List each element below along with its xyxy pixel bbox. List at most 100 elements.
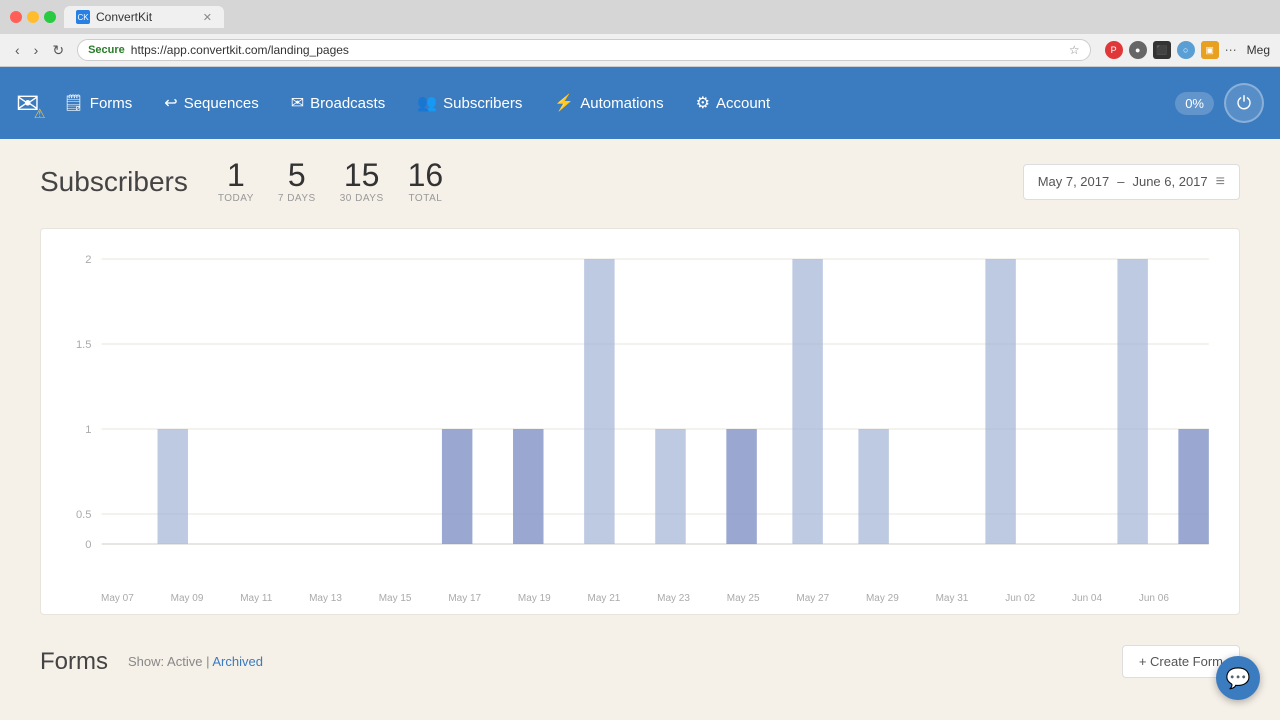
stat-total-label: TOTAL — [408, 193, 444, 204]
main-content: Subscribers 1 TODAY 5 7 DAYS 15 30 DAYS … — [0, 139, 1280, 698]
x-label-may23: May 23 — [657, 593, 690, 604]
stat-today-label: TODAY — [218, 193, 254, 204]
chart-container: 2 1.5 1 0.5 0 — [40, 228, 1240, 615]
address-url: https://app.convertkit.com/landing_pages — [131, 43, 349, 57]
stat-total: 16 TOTAL — [408, 159, 444, 204]
logo-alert-icon: ⚠ — [34, 106, 46, 122]
x-label-may17: May 17 — [448, 593, 481, 604]
svg-text:0.5: 0.5 — [76, 509, 92, 521]
x-label-jun06: Jun 06 — [1139, 593, 1169, 604]
ext-icon-4: ○ — [1177, 41, 1195, 59]
sequences-icon: ↩ — [164, 93, 177, 113]
date-filter[interactable]: May 7, 2017 – June 6, 2017 ≡ — [1023, 164, 1240, 200]
date-end: June 6, 2017 — [1132, 174, 1207, 189]
bookmark-icon[interactable]: ☆ — [1069, 43, 1080, 57]
nav-automations-label: Automations — [580, 95, 663, 112]
close-button[interactable] — [10, 11, 22, 23]
app-nav: ✉ ⚠ 🗒 Forms ↩ Sequences ✉ Broadcasts 👥 S… — [0, 67, 1280, 139]
stat-7days: 5 7 DAYS — [278, 159, 316, 204]
stat-30days: 15 30 DAYS — [340, 159, 384, 204]
refresh-button[interactable]: ↻ — [47, 40, 69, 61]
tab-favicon: CK — [76, 10, 90, 24]
secure-badge: Secure — [88, 44, 125, 56]
nav-item-subscribers[interactable]: 👥 Subscribers — [403, 83, 536, 123]
stat-total-value: 16 — [408, 159, 444, 191]
browser-titlebar: CK ConvertKit ✕ — [0, 0, 1280, 34]
ext-icon-5: ▣ — [1201, 41, 1219, 59]
stat-today: 1 TODAY — [218, 159, 254, 204]
broadcasts-icon: ✉ — [291, 93, 304, 113]
show-label: Show: — [128, 654, 164, 669]
x-label-may11: May 11 — [240, 593, 272, 604]
nav-item-forms[interactable]: 🗒 Forms — [49, 83, 146, 123]
date-start: May 7, 2017 — [1038, 174, 1110, 189]
browser-tab[interactable]: CK ConvertKit ✕ — [64, 6, 224, 28]
address-bar[interactable]: Secure https://app.convertkit.com/landin… — [77, 39, 1091, 61]
forms-title: Forms — [40, 648, 108, 676]
date-separator: – — [1117, 174, 1124, 189]
browser-extensions: P ● ⬛ ○ ▣ ⋯ Meg — [1105, 41, 1270, 59]
svg-text:2: 2 — [85, 254, 91, 266]
ext-overflow[interactable]: ⋯ — [1225, 43, 1237, 57]
nav-broadcasts-label: Broadcasts — [310, 95, 385, 112]
nav-item-sequences[interactable]: ↩ Sequences — [150, 83, 272, 123]
forms-icon: 🗒 — [63, 93, 83, 113]
account-icon: ⚙ — [696, 93, 710, 113]
x-label-may19: May 19 — [518, 593, 551, 604]
x-label-may07: May 07 — [101, 593, 134, 604]
ext-icon-1: P — [1105, 41, 1123, 59]
back-button[interactable]: ‹ — [10, 40, 25, 61]
x-label-may13: May 13 — [309, 593, 342, 604]
tab-close-icon[interactable]: ✕ — [203, 11, 212, 24]
stats-group: 1 TODAY 5 7 DAYS 15 30 DAYS 16 TOTAL — [218, 159, 443, 204]
chat-button[interactable]: 💬 — [1216, 656, 1260, 700]
stat-7days-label: 7 DAYS — [278, 193, 316, 204]
tab-title: ConvertKit — [96, 10, 152, 24]
power-button[interactable]: ⏻ — [1224, 83, 1264, 123]
nav-item-broadcasts[interactable]: ✉ Broadcasts — [277, 83, 399, 123]
chart-area: 2 1.5 1 0.5 0 — [61, 249, 1219, 589]
nav-account-label: Account — [716, 95, 770, 112]
x-label-jun04: Jun 04 — [1072, 593, 1102, 604]
nav-right: 0% ⏻ — [1175, 83, 1264, 123]
x-label-may15: May 15 — [379, 593, 412, 604]
nav-buttons: ‹ › ↻ — [10, 40, 69, 61]
automations-icon: ⚡ — [554, 93, 574, 113]
forms-section: Forms Show: Active | Archived + Create F… — [40, 645, 1240, 678]
archived-link[interactable]: Archived — [212, 654, 263, 669]
chart-svg: 2 1.5 1 0.5 0 — [61, 249, 1219, 589]
forms-filter: Show: Active | Archived — [128, 654, 263, 669]
nav-item-automations[interactable]: ⚡ Automations — [540, 83, 677, 123]
window-controls — [10, 11, 56, 23]
stat-30days-label: 30 DAYS — [340, 193, 384, 204]
nav-subscribers-label: Subscribers — [443, 95, 522, 112]
ext-icon-2: ● — [1129, 41, 1147, 59]
x-axis-labels: May 07 May 09 May 11 May 13 May 15 May 1… — [61, 593, 1219, 604]
svg-text:0: 0 — [85, 539, 91, 551]
fullscreen-button[interactable] — [44, 11, 56, 23]
svg-text:1: 1 — [85, 424, 91, 436]
app-logo[interactable]: ✉ ⚠ — [16, 87, 39, 120]
browser-chrome: CK ConvertKit ✕ ‹ › ↻ Secure https://app… — [0, 0, 1280, 67]
nav-sequences-label: Sequences — [184, 95, 259, 112]
x-label-may25: May 25 — [727, 593, 760, 604]
active-label: Active — [167, 654, 202, 669]
percent-badge: 0% — [1175, 92, 1214, 115]
subscribers-icon: 👥 — [417, 93, 437, 113]
browser-addressbar: ‹ › ↻ Secure https://app.convertkit.com/… — [0, 34, 1280, 66]
x-label-may31: May 31 — [936, 593, 969, 604]
page-title: Subscribers — [40, 166, 188, 198]
x-label-may21: May 21 — [588, 593, 621, 604]
stat-7days-value: 5 — [278, 159, 316, 191]
filter-icon[interactable]: ≡ — [1216, 173, 1225, 191]
minimize-button[interactable] — [27, 11, 39, 23]
ext-icon-3: ⬛ — [1153, 41, 1171, 59]
nav-item-account[interactable]: ⚙ Account — [682, 83, 785, 123]
x-label-may09: May 09 — [171, 593, 204, 604]
nav-items: 🗒 Forms ↩ Sequences ✉ Broadcasts 👥 Subsc… — [49, 83, 1175, 123]
svg-text:1.5: 1.5 — [76, 339, 92, 351]
stat-30days-value: 15 — [340, 159, 384, 191]
user-name: Meg — [1247, 43, 1270, 57]
forward-button[interactable]: › — [29, 40, 44, 61]
x-label-may29: May 29 — [866, 593, 899, 604]
